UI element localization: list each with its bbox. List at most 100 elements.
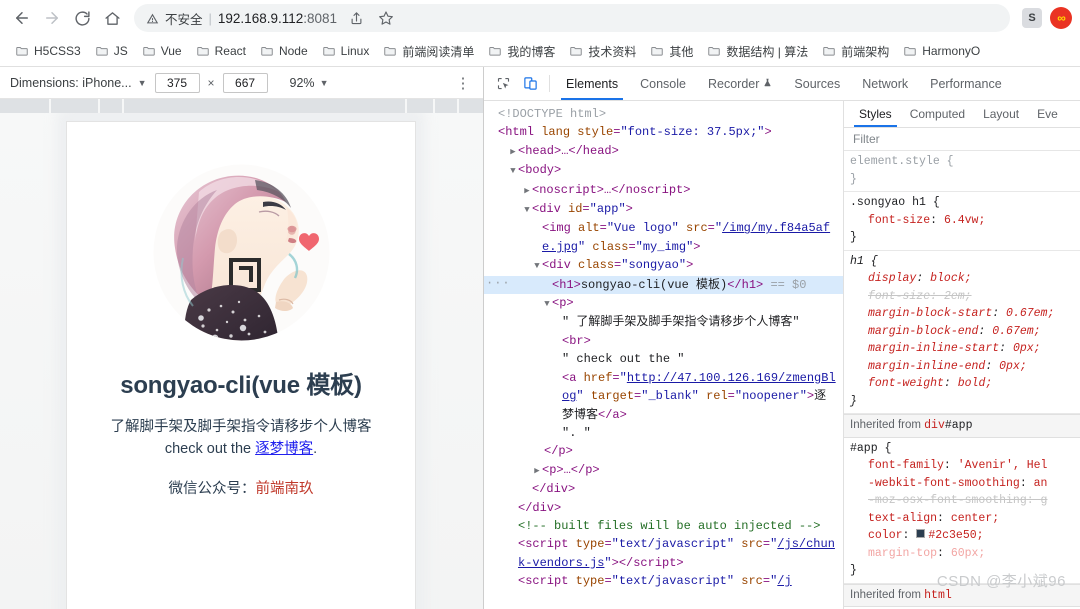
styles-tab-styles[interactable]: Styles <box>850 101 901 127</box>
decl-font-size-overridden[interactable]: font-size: 2em; <box>850 288 1080 306</box>
decl-moz-osx-font-smoothing[interactable]: -moz-osx-font-smoothing: g <box>850 492 1080 510</box>
decl-color[interactable]: color: #2c3e50; <box>850 527 1080 545</box>
tab-network[interactable]: Network <box>851 67 919 100</box>
decl-font-family[interactable]: font-family: 'Avenir', Hel <box>850 457 1080 475</box>
dom-line-img[interactable]: <img alt="Vue logo" src="/img/my.f84a5af… <box>484 219 843 256</box>
inspect-element-icon[interactable] <box>490 67 517 100</box>
bookmark-item[interactable]: 前端阅读清单 <box>376 39 481 64</box>
decl-margin-block-end-prop: margin-block-end <box>868 324 979 338</box>
styles-rules-list[interactable]: element.style { } .songyao h1 { font-siz… <box>844 151 1080 609</box>
rule-h1-ua[interactable]: h1 { display: block; font-size: 2em; mar… <box>844 251 1080 414</box>
p-collapsed-node: <p>…</p> <box>542 462 600 477</box>
dom-line-div-close-1[interactable]: </div> <box>484 480 843 498</box>
styles-filter-input[interactable]: Filter <box>844 128 1080 151</box>
styles-tab-computed[interactable]: Computed <box>901 101 974 127</box>
dom-line-script-2[interactable]: <script type="text/javascript" src="/j <box>484 572 843 590</box>
bookmark-item[interactable]: JS <box>88 40 135 62</box>
decl-webkit-font-smoothing[interactable]: -webkit-font-smoothing: an <box>850 475 1080 493</box>
device-more-options-icon[interactable]: ⋮ <box>451 74 473 92</box>
script-2-src-value[interactable]: /j <box>777 574 791 588</box>
dom-line-comment[interactable]: <!-- built files will be auto injected -… <box>484 517 843 535</box>
decl-color-value: #2c3e50; <box>928 529 984 542</box>
bookmark-item[interactable]: Linux <box>315 40 377 62</box>
bookmark-item[interactable]: 其他 <box>643 39 700 64</box>
bookmark-item[interactable]: 前端架构 <box>815 39 896 64</box>
bookmark-star-icon[interactable] <box>373 5 399 31</box>
dom-line-p-open[interactable]: ▼ <p> <box>484 294 843 313</box>
decl-margin-top[interactable]: margin-top: 60px; <box>850 545 1080 563</box>
not-secure-label: 不安全 <box>165 12 203 27</box>
dom-line-script-1[interactable]: <script type="text/javascript" src="/js/… <box>484 535 843 572</box>
bookmark-item[interactable]: H5CSS3 <box>8 40 88 62</box>
device-viewport-frame[interactable]: songyao-cli(vue 模板) 了解脚手架及脚手架指令请移步个人博客 c… <box>66 121 416 609</box>
a-attr-href: href <box>583 370 613 385</box>
decl-font-size-prop: font-size <box>868 213 931 227</box>
address-bar[interactable]: 不安全 | 192.168.9.112:8081 <box>134 4 1010 32</box>
dom-line-doctype[interactable]: <!DOCTYPE html> <box>484 105 843 123</box>
decl-font-size[interactable]: font-size: 6.4vw; <box>850 212 1080 230</box>
decl-margin-inline-start[interactable]: margin-inline-start: 0px; <box>850 340 1080 358</box>
inherited-element-app-id: #app <box>944 419 973 432</box>
bookmark-item[interactable]: HarmonyO <box>896 40 987 62</box>
reload-icon[interactable] <box>68 4 96 32</box>
device-width-input[interactable]: 375 <box>154 72 200 93</box>
dom-line-text-1[interactable]: " 了解脚手架及脚手架指令请移步个人博客" <box>484 313 843 331</box>
device-zoom-select[interactable]: 92% ▼ <box>290 76 329 90</box>
decl-margin-block-start[interactable]: margin-block-start: 0.67em; <box>850 305 1080 323</box>
dom-line-p-collapsed[interactable]: ▶ <p>…</p> <box>484 461 843 480</box>
device-dimensions-select[interactable]: Dimensions: iPhone... ▼ <box>10 76 147 90</box>
device-height-input[interactable]: 667 <box>222 72 268 93</box>
styles-tab-event-listeners[interactable]: Eve <box>1028 101 1067 127</box>
main-split: Dimensions: iPhone... ▼ 375 × 667 92% ▼ … <box>0 67 1080 609</box>
rule-songyao-h1[interactable]: .songyao h1 { font-size: 6.4vw; } <box>844 192 1080 251</box>
dom-line-noscript[interactable]: ▶ <noscript>…</noscript> <box>484 181 843 200</box>
back-arrow-icon[interactable] <box>8 4 36 32</box>
extension-badge-s[interactable]: S <box>1022 8 1042 28</box>
dom-line-body[interactable]: ▼ <body> <box>484 161 843 180</box>
rule-element-style[interactable]: element.style { } <box>844 151 1080 192</box>
tab-recorder[interactable]: Recorder <box>697 67 783 100</box>
share-icon[interactable] <box>343 5 369 31</box>
dom-line-anchor[interactable]: <a href="http://47.100.126.169/zmengBlog… <box>484 369 843 424</box>
decl-display[interactable]: display: block; <box>850 270 1080 288</box>
dom-line-div-app[interactable]: ▼ <div id="app"> <box>484 200 843 219</box>
bookmark-item[interactable]: 技术资料 <box>562 39 643 64</box>
home-icon[interactable] <box>98 4 126 32</box>
device-toolbar-icon[interactable] <box>517 67 544 100</box>
decl-text-align[interactable]: text-align: center; <box>850 510 1080 528</box>
dom-tree[interactable]: <!DOCTYPE html> <html lang style="font-s… <box>484 101 844 609</box>
tab-sources[interactable]: Sources <box>783 67 851 100</box>
dom-line-text-2[interactable]: " check out the " <box>484 350 843 368</box>
div-songyao-value: songyao <box>628 258 679 273</box>
tab-performance[interactable]: Performance <box>919 67 1013 100</box>
color-swatch[interactable] <box>916 529 926 539</box>
dom-line-br[interactable]: <br> <box>484 332 843 350</box>
blog-link[interactable]: 逐梦博客 <box>255 441 313 457</box>
rule-app[interactable]: #app { font-family: 'Avenir', Hel -webki… <box>844 438 1080 584</box>
bookmark-item[interactable]: 我的博客 <box>481 39 562 64</box>
bookmark-item[interactable]: React <box>189 40 253 62</box>
bookmark-item[interactable]: Vue <box>135 40 189 62</box>
decl-margin-inline-end[interactable]: margin-inline-end: 0px; <box>850 358 1080 376</box>
styles-tab-layout[interactable]: Layout <box>974 101 1028 127</box>
bookmark-item[interactable]: Node <box>253 40 315 62</box>
forward-arrow-icon[interactable] <box>38 4 66 32</box>
dom-line-p-close[interactable]: </p> <box>484 442 843 460</box>
bookmark-item[interactable]: 数据结构 | 算法 <box>700 39 815 64</box>
decl-margin-block-end[interactable]: margin-block-end: 0.67em; <box>850 323 1080 341</box>
profile-avatar[interactable]: ∞ <box>1050 7 1072 29</box>
tab-console-label: Console <box>640 76 686 91</box>
decl-font-weight[interactable]: font-weight: bold; <box>850 375 1080 393</box>
tab-elements[interactable]: Elements <box>555 67 629 100</box>
doctype-text: <!DOCTYPE html> <box>498 107 607 121</box>
dom-line-h1-selected[interactable]: <h1>songyao-cli(vue 模板)</h1> == $0 <box>484 274 843 295</box>
dom-line-text-3[interactable]: ". " <box>484 424 843 442</box>
avatar <box>138 150 344 355</box>
dom-line-div-songyao[interactable]: ▼ <div class="songyao"> <box>484 256 843 275</box>
bookmarks-bar: H5CSS3 JS Vue React Node Linux 前端阅读清单 我的博客 技术资料 其… <box>0 36 1080 67</box>
tab-console[interactable]: Console <box>629 67 697 100</box>
dom-line-div-close-2[interactable]: </div> <box>484 499 843 517</box>
h1-text: songyao-cli(vue 模板) <box>580 277 728 292</box>
dom-line-head[interactable]: ▶ <head>…</head> <box>484 142 843 161</box>
dom-line-html[interactable]: <html lang style="font-size: 37.5px;"> <box>484 123 843 141</box>
